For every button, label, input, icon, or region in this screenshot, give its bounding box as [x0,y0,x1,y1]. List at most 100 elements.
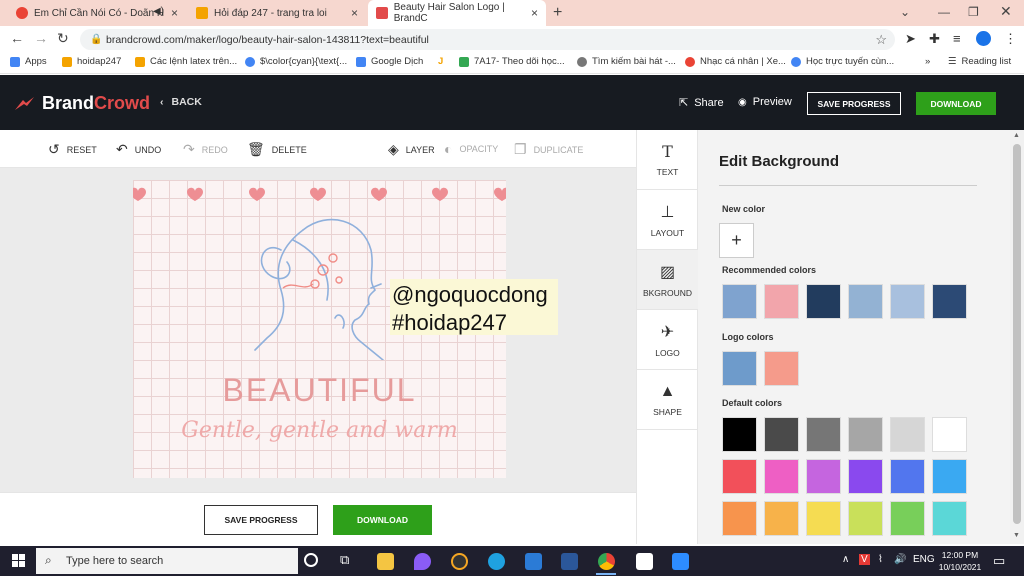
bookmark-hoc-truc-tuyen[interactable]: Học trực tuyến cùn... [791,56,894,67]
input-language[interactable]: ENG [913,554,935,565]
add-color-button[interactable]: + [719,223,754,258]
network-icon[interactable]: ⌇ [878,554,883,565]
brandcrowd-logo[interactable]: Brand Crowd [14,93,150,114]
download-button[interactable]: DOWNLOAD [916,92,996,115]
color-swatch[interactable] [764,417,799,452]
color-swatch[interactable] [764,459,799,494]
panel-scrollbar[interactable]: ▲ ▼ [1010,130,1024,544]
color-swatch[interactable] [764,501,799,536]
minimize-icon[interactable]: — [938,5,950,19]
color-swatch[interactable] [806,459,841,494]
color-swatch[interactable] [764,284,799,319]
tab-search-icon[interactable]: ⌄ [900,5,910,19]
color-swatch[interactable] [806,501,841,536]
tray-app-icon[interactable]: V [859,554,870,565]
save-progress-button[interactable]: SAVE PROGRESS [807,92,901,115]
bookmark-nhac[interactable]: Nhạc cá nhân | Xe... [685,56,786,67]
zoom-icon[interactable] [672,553,689,570]
color-swatch[interactable] [722,459,757,494]
color-swatch[interactable] [932,284,967,319]
color-swatch[interactable] [764,351,799,386]
color-swatch[interactable] [722,284,757,319]
bookmark-j[interactable]: J [438,56,443,67]
back-button[interactable]: ‹ BACK [160,96,202,108]
more-bookmarks-icon[interactable]: » [925,56,930,67]
color-swatch[interactable] [806,417,841,452]
close-window-icon[interactable]: ✕ [1000,3,1012,20]
reload-icon[interactable]: ↻ [57,30,69,47]
edge-icon[interactable] [488,553,505,570]
color-swatch[interactable] [848,417,883,452]
scrollbar-thumb[interactable] [1013,144,1021,524]
bookmark-hoidap247[interactable]: hoidap247 [62,56,121,67]
color-swatch[interactable] [932,417,967,452]
share-button[interactable]: ⇱ Share [679,96,724,110]
word-icon[interactable] [561,553,578,570]
close-tab-icon[interactable]: × [351,6,358,20]
media-control-icon[interactable]: ≡ [953,31,961,46]
logo-title-text[interactable]: BEAUTIFUL [133,372,506,409]
bookmark-7a17[interactable]: 7A17- Theo dõi học... [459,56,565,67]
close-tab-icon[interactable]: × [531,6,538,20]
bottom-download-button[interactable]: DOWNLOAD [333,505,432,535]
duplicate-button[interactable]: ❐ DUPLICATE [514,141,583,158]
url-field[interactable]: 🔒 brandcrowd.com/maker/logo/beauty-hair-… [80,29,895,50]
color-swatch[interactable] [848,284,883,319]
bookmark-apps[interactable]: Apps [10,56,47,67]
color-swatch[interactable] [932,459,967,494]
color-swatch[interactable] [722,351,757,386]
audio-icon[interactable]: ◀) [153,6,164,17]
taskbar-clock[interactable]: 12:00 PM 10/10/2021 [935,549,985,573]
color-swatch[interactable] [806,284,841,319]
bookmark-tim-kiem[interactable]: Tìm kiếm bài hát -... [577,56,676,67]
redo-button[interactable]: ↷ REDO [183,141,228,158]
undo-button[interactable]: ↶ UNDO [116,141,161,158]
chrome-icon[interactable] [598,553,615,570]
browser-tab-3-active[interactable]: Beauty Hair Salon Logo | BrandC × [368,0,546,26]
extension-send-icon[interactable]: ➤ [905,31,916,47]
scroll-down-icon[interactable]: ▼ [1013,532,1020,539]
taskbar-search-box[interactable]: ⌕ Type here to search [36,548,298,574]
browser-menu-icon[interactable]: ⋮ [1004,31,1017,47]
tab-shape[interactable]: ▲ SHAPE [637,370,698,430]
color-swatch[interactable] [932,501,967,536]
browser-tab-1[interactable]: Em Chỉ Cần Nói Có - Doãn H ◀) × [8,0,186,26]
color-swatch[interactable] [848,459,883,494]
color-swatch[interactable] [722,417,757,452]
windows-start-icon[interactable] [12,554,25,567]
browser-tab-2[interactable]: Hỏi đáp 247 - trang tra loi × [188,0,366,26]
forward-arrow-icon[interactable]: → [34,30,48,46]
logo-tagline-text[interactable]: Gentle, gentle and warm [133,418,506,443]
delete-button[interactable]: 🗑 DELETE [247,141,307,158]
woman-face-line-art-icon[interactable] [243,210,393,360]
tab-background[interactable]: ▨ BKGROUND [637,250,698,310]
cortana-icon[interactable] [304,553,318,567]
reset-button[interactable]: ↺ RESET [48,141,97,158]
close-tab-icon[interactable]: × [171,6,178,20]
opacity-button[interactable]: ◐ OPACITY [444,141,498,157]
tray-chevron-icon[interactable]: ∧ [842,554,849,565]
bookmark-latex[interactable]: Các lệnh latex trên... [135,56,237,67]
tab-layout[interactable]: ⊥ LAYOUT [637,190,698,250]
restore-icon[interactable]: ❐ [968,5,979,19]
reading-list[interactable]: ☰ Reading list [948,56,1011,67]
color-swatch[interactable] [890,501,925,536]
bookmark-color-cyan[interactable]: $\color{cyan}{\text{... [245,56,347,67]
notifications-icon[interactable]: ▭ [993,553,1005,569]
color-swatch[interactable] [890,284,925,319]
bottom-save-progress-button[interactable]: SAVE PROGRESS [204,505,318,535]
preview-button[interactable]: ◉ Preview [738,96,792,108]
tab-text[interactable]: T TEXT [637,130,698,190]
file-explorer-icon[interactable] [377,553,394,570]
photos-icon[interactable] [525,553,542,570]
back-arrow-icon[interactable]: ← [10,30,24,46]
hearts-row[interactable] [133,180,506,210]
bookmark-star-icon[interactable]: ☆ [875,32,887,48]
color-swatch[interactable] [890,459,925,494]
layer-button[interactable]: ◈ LAYER [388,141,435,158]
color-swatch[interactable] [722,501,757,536]
paint-drop-icon[interactable] [414,553,431,570]
volume-icon[interactable]: 🔊 [894,554,906,565]
profile-avatar-icon[interactable] [976,31,991,46]
task-view-icon[interactable]: ⧉ [340,552,349,568]
